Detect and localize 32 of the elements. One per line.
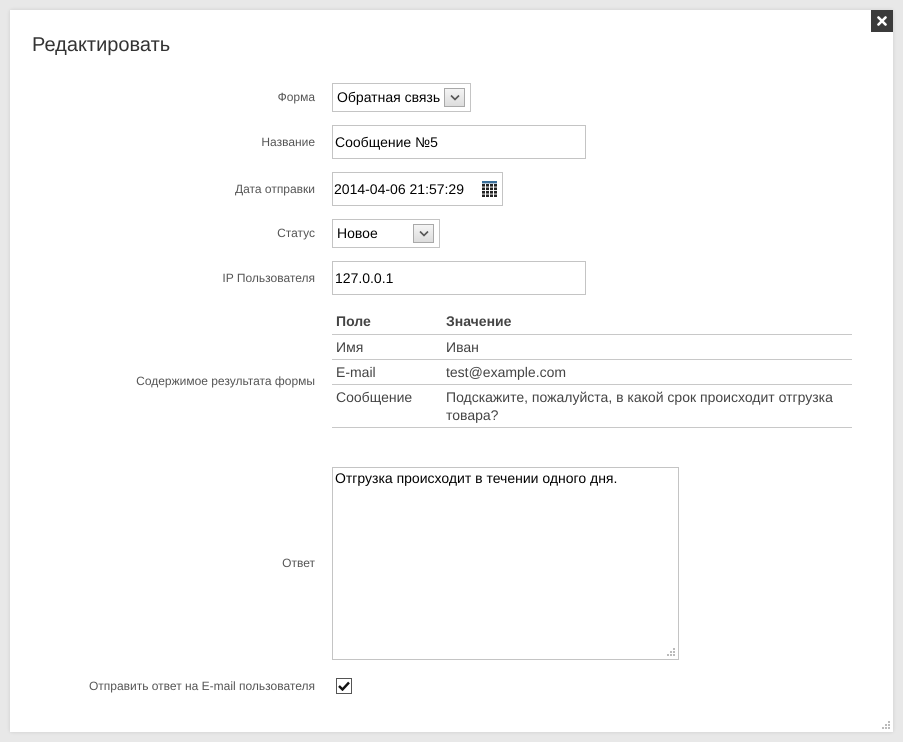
checkbox[interactable] — [336, 678, 352, 694]
resize-grip-icon[interactable] — [881, 720, 891, 730]
calendar-icon[interactable] — [482, 181, 497, 197]
table-header: Поле — [332, 308, 442, 334]
close-icon — [877, 16, 887, 26]
field-label: Ответ — [282, 556, 315, 571]
table-cell: test@example.com — [442, 360, 852, 384]
field-label: Содержимое результата формы — [136, 374, 315, 388]
reply-textarea[interactable]: Отгрузка происходит в течении одного дня. — [332, 467, 679, 660]
field-label: IP Пользователя — [222, 270, 315, 286]
field-label: Форма — [278, 90, 315, 105]
field-label: Название — [261, 134, 315, 150]
table-cell: Иван — [442, 334, 852, 360]
chevron-down-icon[interactable] — [413, 224, 434, 243]
table-cell: Подскажите, пожалуйста, в какой срок происходит отгрузка товара? — [442, 384, 852, 428]
field-label: Статус — [277, 226, 315, 241]
close-button[interactable] — [871, 10, 893, 32]
dropdown-select[interactable]: Обратная связь — [332, 83, 472, 112]
resize-grip-icon[interactable] — [666, 647, 676, 657]
field-label: Отправить ответ на E-mail пользователя — [88, 678, 315, 694]
table-header: Значение — [442, 308, 852, 334]
check-icon — [338, 681, 350, 691]
text-input[interactable]: Сообщение №5 — [332, 125, 586, 159]
dialog-title: Редактировать — [32, 33, 172, 57]
dropdown-select[interactable]: Новое — [332, 219, 440, 248]
datetime-input[interactable]: 2014-04-06 21:57:29 — [332, 172, 503, 206]
chevron-down-icon[interactable] — [444, 88, 466, 107]
table-cell: E-mail — [332, 360, 442, 384]
table-cell: Сообщение — [332, 384, 442, 428]
text-input[interactable]: 127.0.0.1 — [332, 261, 586, 295]
field-label: Дата отправки — [235, 182, 315, 196]
table-cell: Имя — [332, 334, 442, 360]
